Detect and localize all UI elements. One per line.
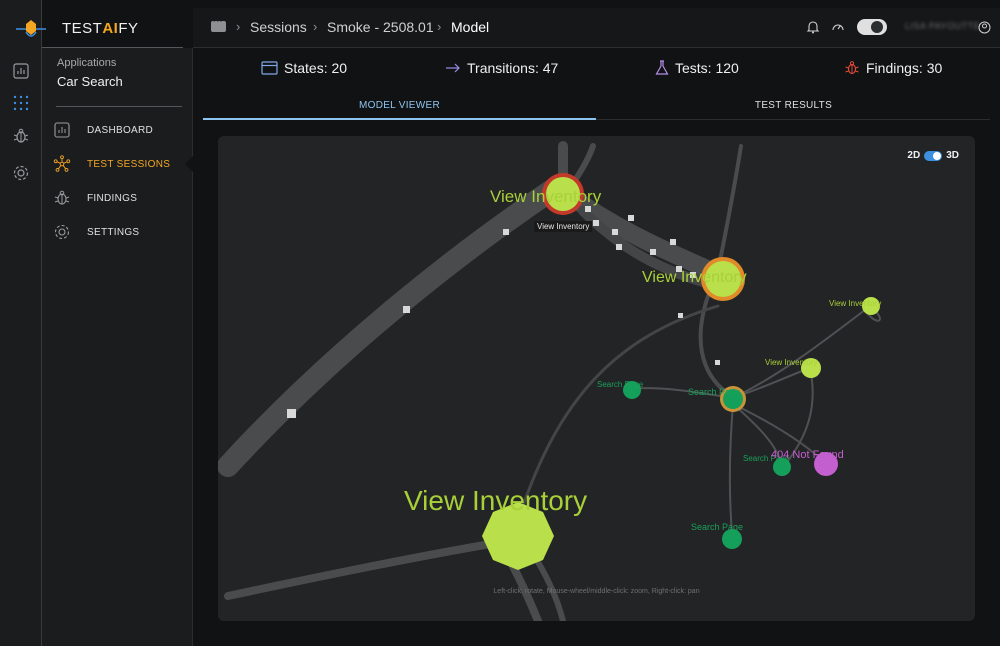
flask-icon: [655, 60, 669, 75]
sidebar-item-test-sessions[interactable]: TEST SESSIONS: [42, 151, 194, 177]
tab-test-results[interactable]: TEST RESULTS: [597, 90, 990, 120]
brand-name: TESTAIFY: [62, 20, 139, 37]
viewer-controls-hint: Left-click: rotate, Mouse-wheel/middle-c…: [493, 588, 700, 595]
sidebar-item-label: DASHBOARD: [87, 125, 154, 136]
application-name[interactable]: Car Search: [57, 74, 123, 89]
apps-grid-icon[interactable]: [12, 94, 30, 112]
node-tooltip: View Inventory: [534, 221, 593, 232]
testaify-logo-icon: [16, 20, 46, 37]
bug-icon: [53, 189, 71, 207]
user-avatar-icon[interactable]: [976, 19, 992, 35]
edge-marker: [287, 409, 296, 418]
window-icon: [261, 61, 278, 75]
bug-icon: [845, 61, 859, 75]
node-label: Search Page: [597, 380, 644, 389]
breadcrumb-model: Model: [451, 19, 490, 35]
dim-3d-label: 3D: [946, 150, 959, 161]
stat-tests: Tests: 120: [655, 60, 739, 76]
edge-marker: [616, 244, 622, 250]
node-label: View Inventory: [642, 269, 747, 286]
sidebar-item-findings[interactable]: FINDINGS: [42, 185, 193, 211]
sidebar: Applications Car Search DASHBOARD TEST S…: [42, 48, 194, 646]
edge-marker: [593, 220, 599, 226]
sidebar-item-label: SETTINGS: [87, 227, 140, 238]
node-label: View Inventory: [829, 299, 881, 308]
divider: [56, 106, 182, 107]
active-caret-icon: [185, 155, 194, 173]
stat-states: States: 20: [261, 60, 347, 76]
arrow-right-icon: [446, 63, 460, 73]
stat-transitions: Transitions: 47: [445, 60, 558, 76]
view-tabs: MODEL VIEWER TEST RESULTS: [203, 90, 990, 120]
edge-marker: [678, 313, 683, 318]
edge-marker: [670, 239, 676, 245]
breadcrumb-session[interactable]: Smoke - 2508.01: [327, 19, 434, 35]
icon-rail: [0, 0, 42, 646]
state-graph[interactable]: View Inventory View Inventory View Inven…: [218, 136, 975, 621]
node-label: Search Page: [691, 522, 743, 532]
graph-edge: [732, 305, 871, 399]
edge-marker: [628, 215, 634, 221]
stat-findings: Findings: 30: [844, 60, 942, 76]
settings-rail-icon[interactable]: [12, 164, 30, 182]
bug-rail-icon[interactable]: [12, 127, 30, 145]
breadcrumb-sessions[interactable]: Sessions: [250, 19, 307, 35]
breadcrumb-separator: ›: [236, 19, 241, 34]
findings-count: Findings: 30: [866, 60, 943, 76]
more-icon[interactable]: [211, 16, 226, 32]
top-bar: › Sessions › Smoke - 2508.01 › Model LIS…: [193, 8, 1000, 48]
session-stats: States: 20 Transitions: 47 Tests: 120 Fi…: [193, 48, 1000, 90]
node-label: View Inventory: [490, 187, 602, 206]
tests-count: Tests: 120: [675, 60, 739, 76]
dimension-toggle[interactable]: 2D 3D: [907, 150, 959, 161]
node-label: Search Page: [688, 387, 740, 397]
dim-2d-label: 2D: [907, 150, 921, 161]
speedometer-icon[interactable]: [830, 19, 846, 35]
breadcrumb-separator: ›: [313, 19, 318, 34]
edge-marker: [650, 249, 656, 255]
tab-model-viewer[interactable]: MODEL VIEWER: [203, 90, 596, 120]
graph-edge: [728, 403, 734, 537]
node-label: View Inventory: [765, 358, 817, 367]
sidebar-item-label: FINDINGS: [87, 193, 138, 204]
chart-icon: [53, 121, 71, 139]
edge-marker: [612, 229, 618, 235]
sidebar-item-settings[interactable]: SETTINGS: [42, 219, 193, 245]
breadcrumb-separator: ›: [437, 19, 442, 34]
edge-marker: [715, 360, 720, 365]
dimension-switch[interactable]: [924, 150, 943, 161]
brand: TESTAIFY: [0, 8, 192, 48]
applications-label: Applications: [57, 57, 117, 69]
graph-edge: [218, 175, 569, 477]
states-count: States: 20: [284, 60, 348, 76]
gear-icon: [53, 223, 71, 241]
bell-icon[interactable]: [805, 19, 821, 35]
edge-marker: [585, 206, 591, 212]
graph-edge: [716, 144, 743, 273]
node-label: View Inventory: [404, 485, 587, 516]
model-viewer-canvas[interactable]: View Inventory View Inventory View Inven…: [218, 136, 975, 621]
dashboard-rail-icon[interactable]: [12, 62, 30, 80]
network-icon: [53, 155, 71, 173]
sidebar-item-dashboard[interactable]: DASHBOARD: [42, 117, 193, 143]
graph-node-search-page-bottom: [722, 529, 742, 549]
sidebar-item-label: TEST SESSIONS: [87, 159, 171, 170]
user-name[interactable]: LISA PAYOUTTE: [905, 21, 980, 31]
edge-marker: [503, 229, 509, 235]
transitions-count: Transitions: 47: [467, 60, 559, 76]
edge-marker: [403, 306, 410, 313]
node-label: 404 Not Found: [771, 449, 844, 461]
theme-toggle[interactable]: [857, 19, 887, 35]
